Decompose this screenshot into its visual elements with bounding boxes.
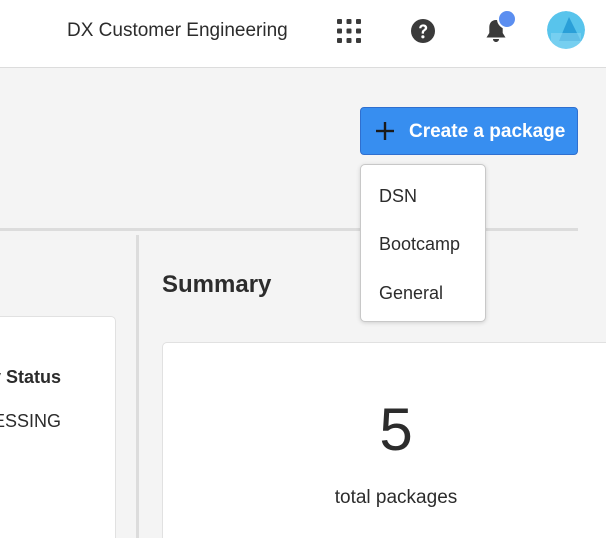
packages-table-card: y Status ESSING bbox=[0, 316, 116, 538]
create-package-button[interactable]: Create a package bbox=[360, 107, 578, 155]
create-package-label: Create a package bbox=[409, 121, 566, 142]
apps-grid-icon[interactable] bbox=[337, 19, 361, 43]
org-name[interactable]: DX Customer Engineering bbox=[67, 19, 288, 43]
menu-item-bootcamp[interactable]: Bootcamp bbox=[361, 222, 485, 266]
menu-item-general[interactable]: General bbox=[361, 271, 485, 315]
total-packages-count: 5 bbox=[379, 396, 413, 463]
total-packages-caption: total packages bbox=[334, 487, 458, 508]
content-divider bbox=[0, 228, 578, 231]
help-icon[interactable] bbox=[410, 18, 436, 44]
summary-title: Summary bbox=[162, 271, 272, 298]
notification-badge bbox=[497, 9, 517, 29]
summary-card: 5 total packages bbox=[162, 342, 606, 538]
status-column-header[interactable]: y Status bbox=[0, 365, 61, 389]
create-package-menu: DSN Bootcamp General bbox=[360, 164, 486, 322]
column-divider bbox=[136, 235, 139, 538]
menu-item-dsn[interactable]: DSN bbox=[361, 174, 485, 218]
top-header: DX Customer Engineering bbox=[0, 0, 606, 68]
user-avatar[interactable] bbox=[547, 11, 585, 49]
status-cell: ESSING bbox=[0, 411, 61, 431]
plus-icon bbox=[375, 121, 395, 141]
